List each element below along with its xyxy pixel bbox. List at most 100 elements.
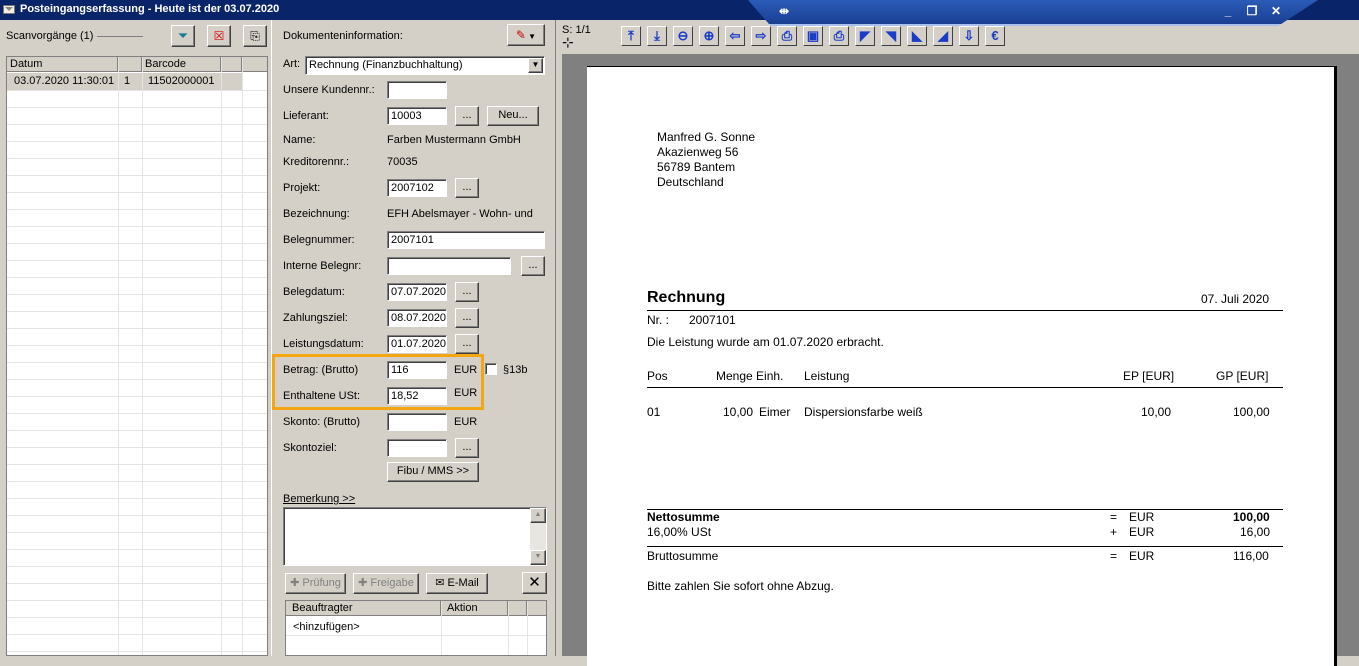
interne-browse-button[interactable]: ...: [521, 256, 545, 276]
remove-button[interactable]: ✕: [522, 572, 547, 594]
skontoziel-input[interactable]: [387, 439, 447, 457]
bemerkung-link[interactable]: Bemerkung >>: [283, 493, 355, 505]
projekt-input[interactable]: 2007102: [387, 179, 447, 197]
freigabe-label: Freigabe: [370, 577, 414, 589]
add-row-link[interactable]: <hinzufügen>: [293, 621, 360, 633]
mail-icon: [3, 5, 15, 14]
netto-value: 100,00: [1233, 510, 1270, 524]
zahlungsziel-input[interactable]: 08.07.2020: [387, 309, 447, 327]
kundennr-label: Unsere Kundennr.:: [283, 84, 375, 96]
art-select[interactable]: Rechnung (Finanzbuchhaltung) ▼: [305, 56, 545, 75]
scroll-up-icon[interactable]: ▲: [530, 508, 546, 523]
pruefung-button[interactable]: ✚ Prüfung: [285, 573, 346, 594]
lieferant-browse-button[interactable]: ...: [455, 106, 479, 126]
belegdatum-picker-button[interactable]: ...: [455, 282, 479, 302]
col-extra: [508, 601, 527, 616]
item-einh: Eimer: [759, 405, 791, 419]
scrollbar[interactable]: ▲ ▼: [530, 508, 546, 565]
belegdatum-input[interactable]: 07.07.2020: [387, 283, 447, 301]
col-barcode[interactable]: Barcode: [142, 57, 221, 72]
splitter: [555, 20, 556, 656]
email-button[interactable]: ✉ E-Mail: [426, 573, 488, 594]
rotate-br-icon[interactable]: ◢: [933, 26, 953, 46]
crosshair-icon[interactable]: ⊹: [562, 35, 574, 49]
address-line: Manfred G. Sonne: [657, 130, 756, 144]
euro-icon[interactable]: €: [985, 26, 1005, 46]
document-refresh-icon: ⎘: [250, 29, 260, 43]
p13b-checkbox[interactable]: [485, 363, 497, 375]
skontoziel-picker-button[interactable]: ...: [455, 438, 479, 458]
close-icon[interactable]: ✕: [1268, 4, 1284, 18]
scan-table[interactable]: Datum Barcode 03.07.2020 11:30:01 1 1150…: [6, 56, 268, 656]
grid-line: [7, 532, 267, 533]
download-icon[interactable]: ⇩: [959, 26, 979, 46]
print-icon[interactable]: ⎙: [829, 26, 849, 46]
netto-cur: EUR: [1129, 510, 1155, 524]
rotate-bl-icon[interactable]: ◣: [907, 26, 927, 46]
leistungsdatum-picker-button[interactable]: ...: [455, 334, 479, 354]
col-nr[interactable]: [118, 57, 142, 72]
pdf-icon[interactable]: ⎙: [777, 26, 797, 46]
rotate-tr-icon[interactable]: ◥: [881, 26, 901, 46]
prev-icon[interactable]: ⇦: [725, 26, 745, 46]
col-beauftragter[interactable]: Beauftragter: [286, 601, 441, 616]
scroll-down-icon[interactable]: ▼: [530, 550, 546, 565]
grid-line: [7, 260, 267, 261]
grid-line: [7, 651, 267, 652]
grid-line: [7, 141, 267, 142]
beauftragter-table[interactable]: Beauftragter Aktion <hinzufügen>: [285, 600, 547, 656]
document-viewer[interactable]: Manfred G. Sonne Akazienweg 56 56789 Ban…: [562, 54, 1359, 666]
item-menge: 10,00: [723, 405, 754, 419]
col-ep: EP [EUR]: [1123, 369, 1175, 383]
ust-op: +: [1110, 525, 1118, 539]
fit-icon[interactable]: ▣: [803, 26, 823, 46]
projekt-browse-button[interactable]: ...: [455, 178, 479, 198]
window-controls: ⇹ _ ❐ ✕: [748, 0, 1318, 26]
fibu-mms-button[interactable]: Fibu / MMS >>: [387, 462, 479, 482]
col-datum[interactable]: Datum: [7, 57, 118, 72]
next-icon[interactable]: ⇨: [751, 26, 771, 46]
col-aktion[interactable]: Aktion: [441, 601, 508, 616]
belegnummer-input[interactable]: 2007101: [387, 231, 545, 249]
art-label: Art:: [283, 58, 301, 70]
zoom-in-icon[interactable]: ⊕: [699, 26, 719, 46]
chevron-down-icon[interactable]: ▼: [528, 58, 543, 73]
rotate-tl-icon[interactable]: ◤: [855, 26, 875, 46]
plus-icon: ✚: [290, 577, 303, 589]
delete-scan-button[interactable]: ☒: [207, 25, 231, 47]
filter-button[interactable]: ⏷: [171, 25, 195, 47]
skonto-input[interactable]: [387, 413, 447, 431]
row-nr: 1: [124, 75, 131, 87]
grid-line: [7, 583, 267, 584]
first-page-icon[interactable]: ⤒: [621, 26, 641, 46]
grid-line: [7, 209, 267, 210]
brutto-label: Bruttosumme: [647, 549, 719, 563]
col-menge: Menge Einh.: [716, 369, 784, 383]
kundennr-input[interactable]: [387, 81, 447, 99]
refresh-button[interactable]: ⎘: [243, 25, 267, 47]
ust-cur: EUR: [1129, 525, 1155, 539]
zahlungsziel-picker-button[interactable]: ...: [455, 308, 479, 328]
grid-line: [7, 107, 267, 108]
stamp-dropdown-button[interactable]: ✎ ▼: [507, 24, 545, 46]
leistungsdatum-input[interactable]: 01.07.2020: [387, 335, 447, 353]
brutto-op: =: [1110, 549, 1118, 563]
art-value: Rechnung (Finanzbuchhaltung): [309, 59, 463, 71]
pin-icon[interactable]: ⇹: [776, 4, 792, 18]
pruefung-label: Prüfung: [302, 577, 341, 589]
col-extra2: [527, 601, 546, 616]
last-page-icon[interactable]: ⤓: [647, 26, 667, 46]
bemerkung-textarea[interactable]: ▲ ▼: [283, 507, 547, 566]
grid-line: [7, 243, 267, 244]
grid-line: [7, 617, 267, 618]
freigabe-button[interactable]: ✚ Freigabe: [353, 573, 419, 594]
interne-input[interactable]: [387, 257, 511, 275]
invoice-page: Manfred G. Sonne Akazienweg 56 56789 Ban…: [587, 66, 1337, 666]
minimize-icon[interactable]: _: [1220, 4, 1236, 18]
lieferant-input[interactable]: 10003: [387, 107, 447, 125]
restore-icon[interactable]: ❐: [1244, 4, 1260, 18]
table-row[interactable]: 03.07.2020 11:30:01 1 11502000001: [7, 73, 242, 90]
neu-button[interactable]: Neu...: [487, 106, 539, 126]
zoom-out-icon[interactable]: ⊖: [673, 26, 693, 46]
col-extra2: [242, 57, 267, 72]
